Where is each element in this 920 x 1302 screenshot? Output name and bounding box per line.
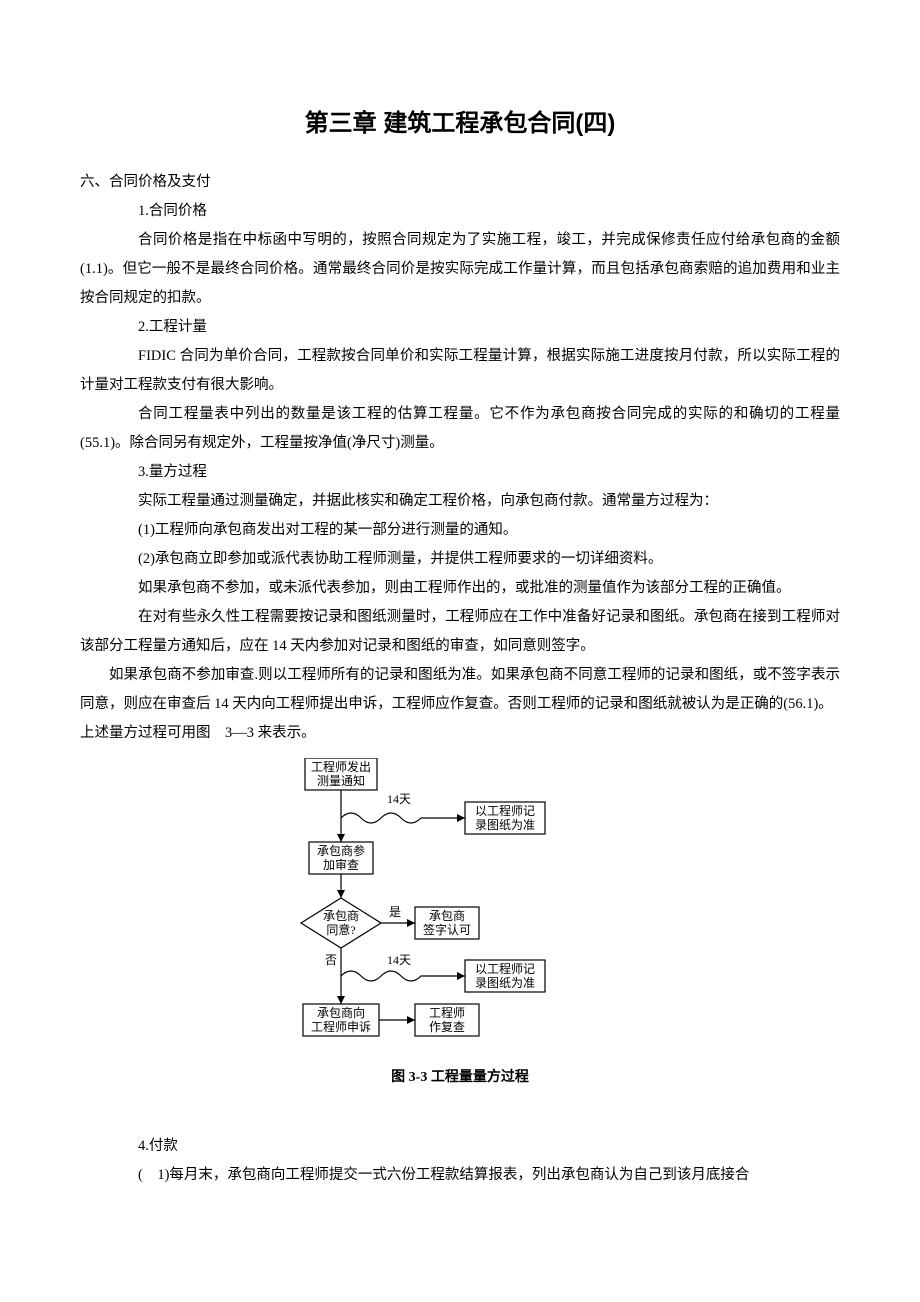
- list-item: (2)承包商立即参加或派代表协助工程师测量，并提供工程师要求的一切详细资料。: [80, 545, 840, 574]
- paragraph: 在对有些永久性工程需要按记录和图纸测量时，工程师应在工作中准备好记录和图纸。承包…: [80, 603, 840, 661]
- sub-heading-2: 2.工程计量: [80, 313, 840, 342]
- sub-heading-1: 1.合同价格: [80, 197, 840, 226]
- svg-text:工程师发出: 工程师发出: [311, 759, 371, 774]
- svg-text:工程师: 工程师: [429, 1005, 465, 1020]
- sub-heading-4: 4.付款: [80, 1132, 840, 1161]
- svg-text:测量通知: 测量通知: [317, 774, 365, 788]
- svg-text:作复查: 作复查: [429, 1020, 465, 1034]
- flowchart-figure: 工程师发出 测量通知 14天 以工程师记 录图纸为准 承包商参 加审查: [80, 758, 840, 1058]
- paragraph: ( 1)每月末，承包商向工程师提交一式六份工程款结算报表，列出承包商认为自己到该…: [80, 1161, 840, 1190]
- list-item: (1)工程师向承包商发出对工程的某一部分进行测量的通知。: [80, 516, 840, 545]
- svg-text:同意?: 同意?: [326, 922, 355, 937]
- svg-text:14天: 14天: [387, 953, 411, 967]
- paragraph: FIDIC 合同为单价合同，工程款按合同单价和实际工程量计算，根据实际施工进度按…: [80, 342, 840, 400]
- svg-text:以工程师记: 以工程师记: [475, 961, 535, 976]
- svg-text:加审查: 加审查: [323, 857, 359, 872]
- svg-text:承包商: 承包商: [429, 908, 465, 923]
- paragraph: 合同工程量表中列出的数量是该工程的估算工程量。它不作为承包商按合同完成的实际的和…: [80, 400, 840, 458]
- svg-text:工程师申诉: 工程师申诉: [311, 1019, 371, 1034]
- svg-text:承包商向: 承包商向: [317, 1005, 365, 1020]
- svg-text:否: 否: [325, 953, 337, 967]
- flowchart-svg: 工程师发出 测量通知 14天 以工程师记 录图纸为准 承包商参 加审查: [295, 758, 625, 1058]
- sub-heading-3: 3.量方过程: [80, 458, 840, 487]
- svg-text:承包商: 承包商: [323, 908, 359, 923]
- chapter-title: 第三章 建筑工程承包合同(四): [80, 100, 840, 148]
- paragraph: 上述量方过程可用图 3—3 来表示。: [80, 719, 840, 748]
- svg-text:录图纸为准: 录图纸为准: [475, 818, 535, 832]
- paragraph: 合同价格是指在中标函中写明的，按照合同规定为了实施工程，竣工，并完成保修责任应付…: [80, 226, 840, 313]
- svg-text:承包商参: 承包商参: [317, 843, 365, 858]
- figure-caption: 图 3-3 工程量量方过程: [80, 1064, 840, 1092]
- svg-text:签字认可: 签字认可: [423, 922, 471, 937]
- document-page: 第三章 建筑工程承包合同(四) 六、合同价格及支付 1.合同价格 合同价格是指在…: [0, 0, 920, 1250]
- svg-text:录图纸为准: 录图纸为准: [475, 976, 535, 990]
- svg-text:14天: 14天: [387, 792, 411, 806]
- paragraph: 实际工程量通过测量确定，并据此核实和确定工程价格，向承包商付款。通常量方过程为：: [80, 487, 840, 516]
- section-heading: 六、合同价格及支付: [80, 168, 840, 197]
- paragraph: 如果承包商不参加审查.则以工程师所有的记录和图纸为准。如果承包商不同意工程师的记…: [80, 661, 840, 719]
- paragraph: 如果承包商不参加，或未派代表参加，则由工程师作出的，或批准的测量值作为该部分工程…: [80, 574, 840, 603]
- svg-text:以工程师记: 以工程师记: [475, 803, 535, 818]
- svg-text:是: 是: [389, 905, 401, 919]
